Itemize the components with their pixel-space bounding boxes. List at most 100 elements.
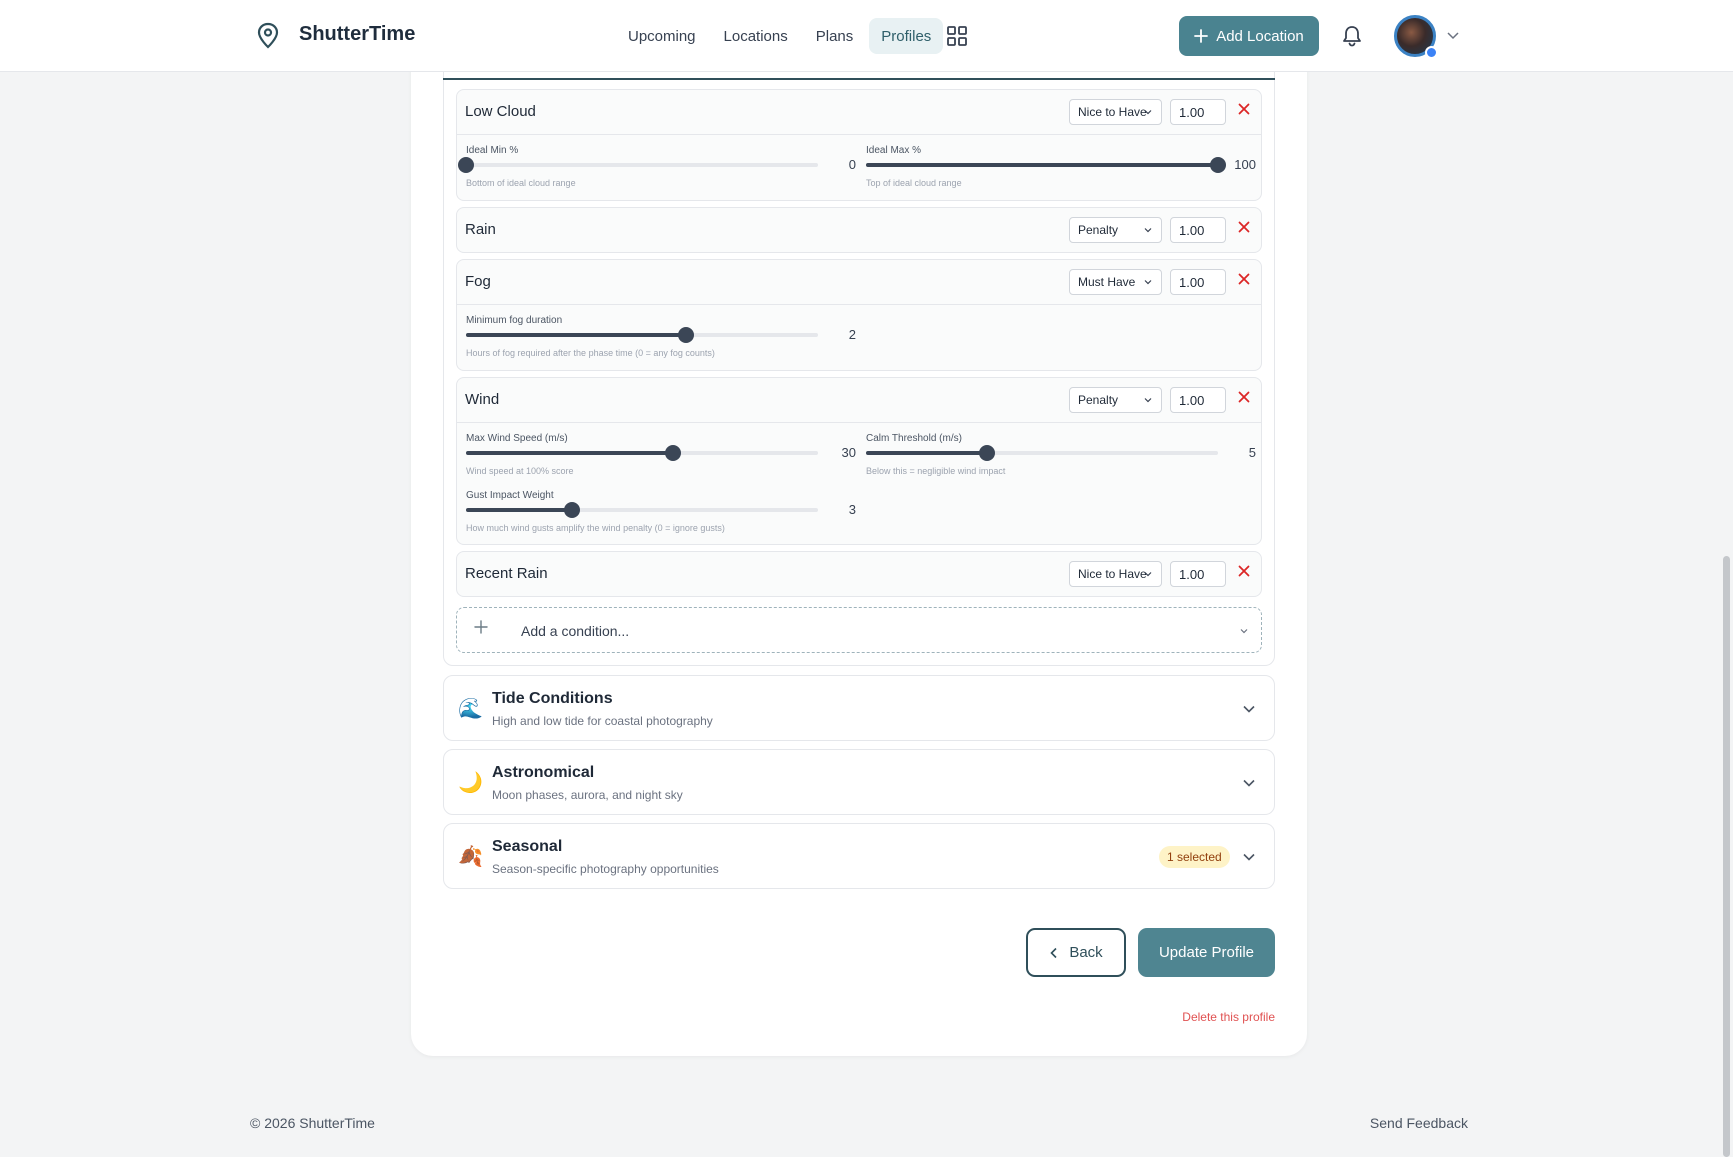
main-nav: Upcoming Locations Plans Profiles: [616, 18, 944, 54]
weight-input[interactable]: 1.00: [1170, 561, 1226, 587]
slider-value: 5: [1248, 445, 1256, 460]
condition-settings: Minimum fog duration 2 Hours of fog requir…: [457, 304, 1261, 370]
slider-track[interactable]: [866, 445, 1218, 461]
slider-value: 2: [848, 327, 856, 342]
chevron-down-icon: [1144, 228, 1152, 233]
app-logo-text[interactable]: ShutterTime: [299, 23, 415, 46]
remove-condition-icon[interactable]: [1238, 103, 1252, 119]
remove-condition-icon[interactable]: [1238, 391, 1252, 407]
slider-fill: [466, 333, 686, 337]
condition-name: Low Cloud: [465, 103, 536, 120]
remove-condition-icon[interactable]: [1238, 273, 1252, 289]
slider-help-text: Bottom of ideal cloud range: [466, 178, 576, 188]
nav-upcoming[interactable]: Upcoming: [616, 18, 708, 54]
slider-label: Max Wind Speed (m/s): [466, 433, 568, 444]
weight-input[interactable]: 1.00: [1170, 387, 1226, 413]
section-title: Seasonal: [492, 838, 563, 855]
slider-group: Calm Threshold (m/s) 5 Below this = neglig…: [866, 433, 1256, 483]
add-condition-select[interactable]: Add a condition...: [456, 607, 1262, 653]
condition-settings: Max Wind Speed (m/s) 30 Wind speed at 100%…: [457, 422, 1261, 544]
slider-thumb[interactable]: [665, 445, 682, 461]
update-profile-button[interactable]: Update Profile: [1138, 928, 1275, 977]
footer-copyright: © 2026 ShutterTime: [250, 1115, 375, 1131]
priority-select[interactable]: Nice to Have: [1069, 561, 1162, 587]
remove-condition-icon[interactable]: [1238, 221, 1252, 237]
condition-card-low-cloud: Low Cloud Nice to Have 1.00 Ideal Min % 0 Bot…: [456, 89, 1262, 201]
delete-profile-link[interactable]: Delete this profile: [1150, 1010, 1275, 1024]
plus-icon: [1194, 29, 1209, 43]
slider-thumb[interactable]: [678, 327, 694, 343]
condition-header: Low Cloud Nice to Have 1.00: [457, 90, 1261, 134]
weight-input[interactable]: 1.00: [1170, 217, 1226, 243]
priority-select[interactable]: Nice to Have: [1069, 99, 1162, 125]
map-pin-icon[interactable]: [256, 22, 280, 50]
condition-name: Wind: [465, 391, 500, 408]
priority-select[interactable]: Penalty: [1069, 387, 1162, 413]
priority-value: Penalty: [1078, 223, 1119, 237]
section-subtitle: High and low tide for coastal photograph…: [492, 714, 713, 728]
slider-help-text: Hours of fog required after the phase ti…: [466, 348, 715, 358]
slider-track[interactable]: [466, 445, 818, 461]
condition-card-wind: Wind Penalty 1.00 Max Wind Speed (m/s) 30 Win…: [456, 377, 1262, 545]
slider-help-text: Wind speed at 100% score: [466, 466, 574, 476]
condition-card-fog: Fog Must Have 1.00 Minimum fog duration 2 Hou…: [456, 259, 1262, 371]
chevron-down-icon[interactable]: [1446, 28, 1460, 42]
panel-divider: [443, 78, 1275, 80]
add-location-button[interactable]: Add Location: [1179, 16, 1319, 56]
slider-thumb[interactable]: [563, 502, 580, 518]
slider-value: 100: [1234, 157, 1256, 172]
section-subtitle: Moon phases, aurora, and night sky: [492, 788, 683, 802]
slider-fill: [866, 451, 988, 455]
avatar-status-badge: [1425, 46, 1438, 59]
slider-thumb[interactable]: [979, 445, 996, 461]
add-location-label: Add Location: [1216, 27, 1304, 45]
section-tide-conditions[interactable]: 🌊 Tide Conditions High and low tide for …: [443, 675, 1275, 741]
apps-grid-icon[interactable]: [946, 25, 968, 47]
slider-label: Minimum fog duration: [466, 315, 563, 326]
nav-profiles[interactable]: Profiles: [869, 18, 944, 54]
condition-header: Rain Penalty 1.00: [457, 208, 1261, 252]
weight-input[interactable]: 1.00: [1170, 269, 1226, 295]
slider-group: Gust Impact Weight 3 How much wind gusts a…: [466, 490, 856, 540]
condition-name: Recent Rain: [465, 565, 548, 582]
priority-value: Nice to Have: [1078, 567, 1147, 581]
slider-fill: [466, 508, 572, 512]
chevron-down-icon: [1243, 705, 1255, 713]
condition-header: Recent Rain Nice to Have 1.00: [457, 552, 1261, 596]
condition-name: Fog: [465, 273, 491, 290]
slider-track[interactable]: [466, 502, 818, 518]
slider-value: 30: [841, 445, 856, 460]
slider-fill: [866, 163, 1218, 167]
moon-icon: 🌙: [458, 772, 483, 794]
slider-help-text: Top of ideal cloud range: [866, 178, 962, 188]
slider-label: Gust Impact Weight: [466, 490, 554, 501]
chevron-down-icon: [1243, 779, 1255, 787]
slider-thumb[interactable]: [458, 157, 474, 173]
weight-input[interactable]: 1.00: [1170, 99, 1226, 125]
slider-group: Minimum fog duration 2 Hours of fog requir…: [466, 315, 856, 365]
slider-track[interactable]: [866, 157, 1226, 173]
remove-condition-icon[interactable]: [1238, 565, 1252, 581]
nav-plans[interactable]: Plans: [804, 18, 866, 54]
nav-locations[interactable]: Locations: [712, 18, 800, 54]
chevron-down-icon: [1240, 629, 1248, 634]
leaves-icon: 🍂: [458, 846, 483, 868]
section-seasonal[interactable]: 🍂 Seasonal Season-specific photography o…: [443, 823, 1275, 889]
slider-group: Ideal Max % 100 Top of ideal cloud range: [866, 145, 1256, 195]
slider-help-text: Below this = negligible wind impact: [866, 466, 1006, 476]
slider-track[interactable]: [466, 327, 818, 343]
section-astronomical[interactable]: 🌙 Astronomical Moon phases, aurora, and …: [443, 749, 1275, 815]
priority-select[interactable]: Penalty: [1069, 217, 1162, 243]
priority-value: Nice to Have: [1078, 105, 1147, 119]
bell-icon[interactable]: [1341, 24, 1363, 48]
send-feedback-link[interactable]: Send Feedback: [1330, 1115, 1468, 1131]
slider-track[interactable]: [458, 157, 818, 173]
scrollbar-thumb[interactable]: [1723, 556, 1730, 1157]
wave-icon: 🌊: [458, 698, 483, 720]
chevron-down-icon: [1144, 280, 1152, 285]
condition-header: Fog Must Have 1.00: [457, 260, 1261, 304]
back-button[interactable]: Back: [1026, 928, 1126, 977]
priority-select[interactable]: Must Have: [1069, 269, 1162, 295]
slider-group: Max Wind Speed (m/s) 30 Wind speed at 100%…: [466, 433, 856, 483]
slider-label: Ideal Min %: [466, 145, 519, 156]
